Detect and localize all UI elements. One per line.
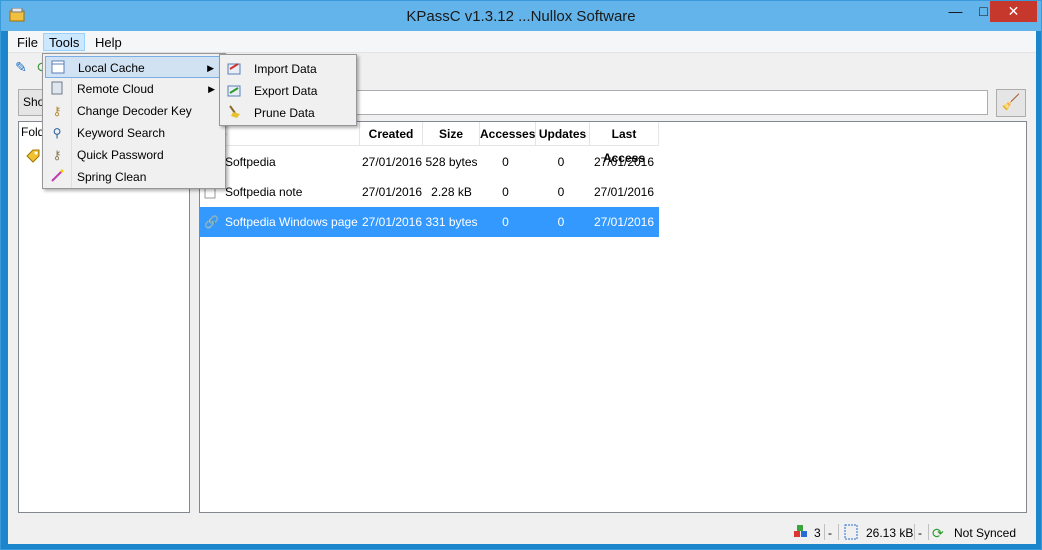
menu-file[interactable]: File xyxy=(12,34,43,52)
import-icon xyxy=(226,61,242,77)
sync-status: Not Synced xyxy=(954,526,1017,540)
folder-tag-icon[interactable] xyxy=(25,148,41,167)
cell-name: Softpedia note xyxy=(225,185,303,199)
menu-label: Change Decoder Key xyxy=(77,104,192,118)
cell-updates: 0 xyxy=(557,215,565,229)
menu-label: Quick Password xyxy=(77,148,164,162)
menu-bar: File Tools Help xyxy=(8,31,1036,53)
cell-created: 27/01/2016 xyxy=(361,155,423,169)
window-title: KPassC v1.3.12 ...Nullox Software xyxy=(406,8,636,25)
menu-label: Local Cache xyxy=(78,61,145,75)
minimize-button[interactable]: — xyxy=(941,1,970,22)
menu-item-local-cache[interactable]: Local Cache ▶ xyxy=(45,56,223,78)
submenu-arrow-icon: ▶ xyxy=(207,63,214,73)
col-accesses[interactable]: Accesses xyxy=(480,122,536,146)
menu-item-quick-password[interactable]: ⚷ Quick Password xyxy=(45,144,223,166)
status-bar: 3 - 26.13 kB - ⟳ Not Synced xyxy=(8,521,1036,543)
cell-last-access: 27/01/2016 xyxy=(593,155,655,169)
resize-icon xyxy=(844,524,858,542)
divider xyxy=(838,524,839,540)
link-icon: 🔗 xyxy=(204,215,219,229)
submenu-arrow-icon: ▶ xyxy=(208,84,215,94)
export-icon xyxy=(226,83,242,99)
cell-accesses: 0 xyxy=(502,155,509,169)
folder-header: Fold xyxy=(21,125,45,139)
menu-item-keyword-search[interactable]: ⚲ Keyword Search xyxy=(45,122,223,144)
pin-icon[interactable]: ✎ xyxy=(12,58,30,76)
status-dash: - xyxy=(918,526,922,540)
menu-item-prune-data[interactable]: Prune Data xyxy=(222,102,354,124)
status-dash: - xyxy=(828,526,832,540)
col-created[interactable]: Created xyxy=(360,122,423,146)
cell-name: Softpedia Windows page xyxy=(225,215,358,229)
cell-size: 331 bytes xyxy=(425,215,478,229)
menu-label: Keyword Search xyxy=(77,126,166,140)
title-bar: KPassC v1.3.12 ...Nullox Software — □ ✕ xyxy=(1,1,1041,31)
server-icon xyxy=(49,81,65,97)
total-size: 26.13 kB xyxy=(866,526,914,540)
entries-list[interactable]: e Created Size Accesses Updates Last Acc… xyxy=(199,121,1027,513)
menu-item-spring-clean[interactable]: Spring Clean xyxy=(45,166,223,188)
blocks-icon xyxy=(793,524,809,542)
cell-created: 27/01/2016 xyxy=(361,215,423,229)
col-updates[interactable]: Updates xyxy=(536,122,590,146)
key-icon: ⚷ xyxy=(52,104,62,118)
table-row[interactable]: Softpedia note 27/01/2016 2.28 kB 0 0 27… xyxy=(200,177,659,207)
clean-button[interactable]: 🧹 xyxy=(996,89,1026,117)
cell-name: Softpedia xyxy=(225,155,276,169)
cell-last-access: 27/01/2016 xyxy=(593,185,655,199)
cell-size: 2.28 kB xyxy=(431,185,472,199)
divider xyxy=(928,524,929,540)
menu-label: Export Data xyxy=(254,84,318,98)
menu-label: Spring Clean xyxy=(77,170,147,184)
local-cache-submenu: Import Data Export Data Prune Data xyxy=(219,54,357,126)
menu-tools[interactable]: Tools xyxy=(43,33,86,51)
divider xyxy=(914,524,915,540)
broom-icon: 🧹 xyxy=(1001,94,1021,111)
table-row[interactable]: Softpedia 27/01/2016 528 bytes 0 0 27/01… xyxy=(200,147,659,177)
menu-item-export-data[interactable]: Export Data xyxy=(222,80,354,102)
menu-label: Import Data xyxy=(254,62,317,76)
close-button[interactable]: ✕ xyxy=(990,1,1037,22)
col-last-access[interactable]: Last Access xyxy=(590,122,659,165)
sync-icon: ⟳ xyxy=(932,525,944,541)
magnifier-icon: ⚲ xyxy=(52,126,62,140)
divider xyxy=(824,524,825,540)
menu-label: Prune Data xyxy=(254,106,315,120)
cell-accesses: 0 xyxy=(502,185,509,199)
cell-updates: 0 xyxy=(557,155,565,169)
keys-icon: ⚷ xyxy=(52,148,62,162)
cell-updates: 0 xyxy=(557,185,565,199)
table-row-selected[interactable]: 🔗 Softpedia Windows page 27/01/2016 331 … xyxy=(200,207,659,237)
menu-label: Remote Cloud xyxy=(77,82,154,96)
menu-help[interactable]: Help xyxy=(90,34,127,52)
cell-size: 528 bytes xyxy=(425,155,478,169)
calendar-icon xyxy=(50,60,66,76)
cell-last-access: 27/01/2016 xyxy=(593,215,655,229)
col-size[interactable]: Size xyxy=(423,122,480,146)
cell-accesses: 0 xyxy=(502,215,509,229)
menu-item-import-data[interactable]: Import Data xyxy=(222,58,354,80)
entry-count: 3 xyxy=(814,526,821,540)
menu-item-change-decoder-key[interactable]: ⚷ Change Decoder Key xyxy=(45,100,223,122)
menu-item-remote-cloud[interactable]: Remote Cloud ▶ xyxy=(45,78,223,100)
cell-created: 27/01/2016 xyxy=(361,185,423,199)
broom-icon xyxy=(226,105,242,121)
wand-icon xyxy=(49,169,65,185)
tools-menu: Local Cache ▶ Remote Cloud ▶ ⚷ Change De… xyxy=(42,53,226,189)
